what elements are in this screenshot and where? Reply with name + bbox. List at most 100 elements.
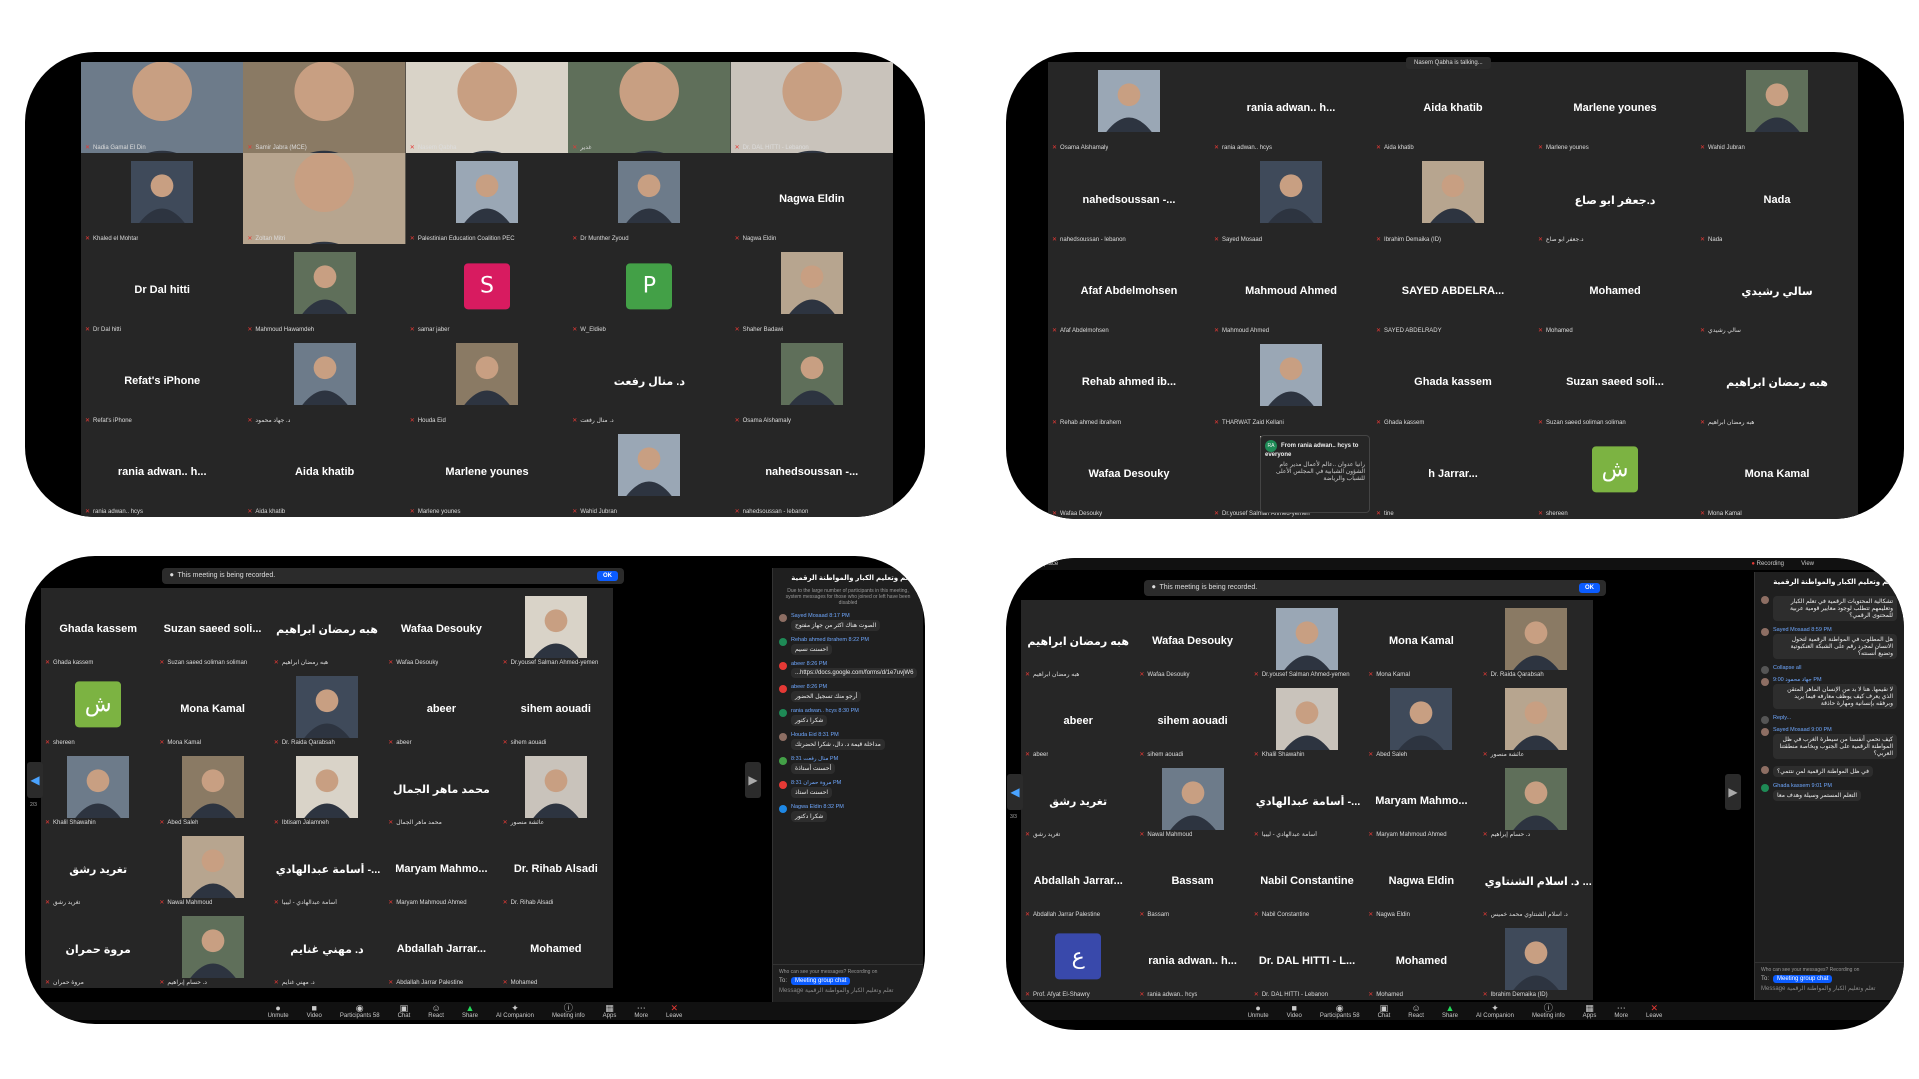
participant-tile[interactable]: ✕ Wahid Jubran [1696, 62, 1858, 154]
participant-tile[interactable]: sihem aouadi ✕ sihem aouadi [1135, 680, 1250, 760]
participant-tile[interactable]: Aida khatib ✕ Aida khatib [243, 426, 406, 517]
participant-tile[interactable]: Suzan saeed soli... ✕ Suzan saeed soliman … [155, 588, 270, 668]
participant-tile[interactable]: P ✕ W_Eldieb [568, 244, 731, 335]
participant-tile[interactable]: ✕ Dr. Raida Qarabsah [269, 668, 385, 748]
chat-message[interactable]: rania adwan.. hcys 8:30 PM شكرا دكتور [773, 705, 923, 729]
participant-tile[interactable]: ✕ Samir Jabra (MCE) [243, 62, 406, 153]
toolbar-button[interactable]: ● Unmute [1248, 1003, 1269, 1019]
participant-tile[interactable]: ✕ Khalil Shawahin [41, 748, 156, 828]
recipient-selector[interactable]: Meeting group chat [1773, 975, 1833, 983]
participant-tile[interactable]: ✕ Dr. DAL HITTI - Lebanon [730, 62, 893, 153]
participant-tile[interactable]: ✕ Dr.yousef Salman Ahmed-yemen [1249, 600, 1365, 680]
participant-tile[interactable]: ✕ Abed Saleh [155, 748, 270, 828]
toolbar-button[interactable]: ✕ Leave [666, 1003, 682, 1019]
participant-tile[interactable]: ش ✕ shereen [41, 668, 156, 748]
prev-page-button[interactable]: ◀ [27, 762, 43, 798]
participant-tile[interactable]: Dr. DAL HITTI - L... ✕ Dr. DAL HITTI - Leb… [1249, 920, 1365, 1000]
ok-button[interactable]: OK [597, 571, 618, 581]
chat-message[interactable]: Sayed Mosaad 9:00 PM كيف نحمي أنفسنا من س… [1755, 724, 1904, 762]
participant-tile[interactable]: ✕ Khalil Shawahin [1249, 680, 1365, 760]
participant-tile[interactable]: أسامة عبدالهادي -... ✕ أسامة عبدالهادي - ل… [269, 828, 385, 908]
participant-tile[interactable]: ✕ THARWAT Zaid Kellani [1210, 336, 1372, 428]
next-page-button[interactable]: ▶ [745, 762, 761, 798]
participant-tile[interactable]: Maryam Mahmo... ✕ Maryam Mahmoud Ahmed [384, 828, 499, 908]
chat-message[interactable]: Sayed Mosaad 8:59 PM هل المطلوب في المواط… [1755, 624, 1904, 662]
toolbar-button[interactable]: ⓘ Meeting info [1532, 1003, 1565, 1019]
participant-tile[interactable]: Maryam Mahmo... ✕ Maryam Mahmoud Ahmed [1364, 760, 1479, 840]
participant-tile[interactable]: Afaf Abdelmohsen ✕ Afaf Abdelmohsen [1048, 244, 1210, 337]
toolbar-button[interactable]: ◉ Participants 58 [1320, 1003, 1360, 1019]
participant-tile[interactable]: أسامة عبدالهادي -... ✕ أسامة عبدالهادي - ل… [1249, 760, 1365, 840]
chat-message[interactable]: في ظل المواطنة الرقمية لمن نتتمي؟ [1755, 762, 1904, 780]
participant-tile[interactable]: ع ✕ Prof. Afyat El-Shawry [1021, 920, 1136, 1000]
participant-tile[interactable]: د. اسلام الشنتاوي ... ✕ د. اسلام الشنتاوي … [1478, 840, 1593, 920]
participant-tile[interactable]: Mona Kamal ✕ Mona Kamal [155, 668, 270, 748]
participant-tile[interactable]: ✕ Abed Saleh [1364, 680, 1479, 760]
toolbar-button[interactable]: ● Unmute [268, 1003, 289, 1019]
participant-tile[interactable]: Mona Kamal ✕ Mona Kamal [1364, 600, 1479, 680]
participant-tile[interactable]: ✕ عائشة منصور [1478, 680, 1593, 760]
participant-tile[interactable]: Mohamed ✕ Mohamed [1534, 244, 1696, 337]
participant-tile[interactable]: ✕ Nawal Mahmoud [155, 828, 270, 908]
participant-tile[interactable]: ✕ Ibtisam Jalamneh [269, 748, 385, 828]
toolbar-button[interactable]: ✕ Leave [1646, 1003, 1662, 1019]
toolbar-button[interactable]: ☺ React [428, 1003, 444, 1019]
toolbar-button[interactable]: ✦ AI Companion [1476, 1003, 1514, 1019]
participant-tile[interactable]: Nagwa Eldin ✕ Nagwa Eldin [1364, 840, 1479, 920]
participant-tile[interactable]: Wafaa Desouky ✕ Wafaa Desouky [384, 588, 499, 668]
toolbar-button[interactable]: ▦ Apps [1583, 1003, 1597, 1019]
participant-tile[interactable]: مروة حمران ✕ مروة حمران [41, 908, 156, 988]
participant-tile[interactable]: ✕ Khaled el Mohtar [81, 153, 244, 244]
participant-tile[interactable]: ✕ Shaher Badawi [730, 244, 893, 335]
participant-tile[interactable]: هبه رمضان ابراهيم ✕ هبه رمضان ابراهيم [1696, 336, 1858, 428]
participant-tile[interactable]: ✕ Houda Eid [405, 335, 569, 426]
participant-tile[interactable]: سالي رشيدي ✕ سالي رشيدي [1696, 244, 1858, 337]
toolbar-button[interactable]: ⓘ Meeting info [552, 1003, 585, 1019]
participant-tile[interactable]: nahedsoussan -... ✕ nahedsoussan - lebanon [730, 426, 893, 517]
next-page-button[interactable]: ▶ [1725, 774, 1741, 810]
participant-tile[interactable]: rania adwan.. h... ✕ rania adwan.. hcys [1135, 920, 1250, 1000]
participant-tile[interactable]: ✕ د. حسام إبراهيم [1478, 760, 1593, 840]
ok-button[interactable]: OK [1579, 583, 1600, 593]
chat-message[interactable]: مروة حمران 8:31 PM احسنت استاذ [773, 777, 923, 801]
participant-tile[interactable]: S ✕ samar jaber [405, 244, 569, 335]
participant-tile[interactable]: Nada ✕ Nada [1696, 153, 1858, 245]
participant-tile[interactable]: ✕ Wahid Jubran [568, 426, 731, 517]
participant-tile[interactable]: ✕ عائشة منصور [498, 748, 613, 828]
participant-tile[interactable]: ✕ د. جهاد محمود [243, 335, 406, 426]
participant-tile[interactable]: ✕ Dr Munther Zyoud [568, 153, 731, 244]
participant-tile[interactable]: Suzan saeed soli... ✕ Suzan saeed soliman … [1534, 336, 1696, 428]
participant-tile[interactable]: Nabil Constantine ✕ Nabil Constantine [1249, 840, 1365, 920]
chat-message[interactable]: جهاد محمود 9:00 PM لا نقيمها. هنا لا بد م… [1755, 674, 1904, 712]
participant-tile[interactable]: ✕ Dr.yousef Salman Ahmed-yemen [498, 588, 613, 668]
chat-message[interactable]: Rehab ahmed ibrahem 8:22 PM احسنت نسيم [773, 634, 923, 658]
message-input[interactable]: Message تعلم وتعليم الكبار والمواطنة الر… [1761, 985, 1899, 992]
participant-tile[interactable]: Bassam ✕ Bassam [1135, 840, 1250, 920]
participant-tile[interactable]: ✕ Osama Alshamaly [730, 335, 893, 426]
participant-tile[interactable]: Marlene younes ✕ Marlene younes [405, 426, 569, 517]
chat-message[interactable]: تشكالية المحتويات الرقمية في تعلم الكبار… [1755, 592, 1904, 624]
participant-tile[interactable]: ✕ Nasem Qabha [405, 62, 569, 153]
participant-tile[interactable]: Wafaa Desouky ✕ Wafaa Desouky [1135, 600, 1250, 680]
toolbar-button[interactable]: ▣ Chat [1378, 1003, 1391, 1019]
participant-tile[interactable]: Mahmoud Ahmed ✕ Mahmoud Ahmed [1210, 244, 1372, 337]
participant-tile[interactable]: ✕ Osama Alshamaly [1048, 62, 1210, 154]
participant-tile[interactable]: Abdallah Jarrar... ✕ Abdallah Jarrar Pales… [384, 908, 499, 988]
chat-message[interactable]: منال رفعت 8:31 PM أحسنت أستاذة [773, 753, 923, 777]
toolbar-button[interactable]: ■ Video [307, 1003, 322, 1019]
participant-tile[interactable]: د. مهني غنايم ✕ د. مهني غنايم [269, 908, 385, 988]
participant-tile[interactable]: ✕ Ibrahim Demaika (ID) [1478, 920, 1593, 1000]
participant-tile[interactable]: ✕ Nadia Gamal El Din [81, 62, 244, 153]
participant-tile[interactable]: د. منال رفعت ✕ د. منال رفعت [568, 335, 731, 426]
toolbar-button[interactable]: ■ Video [1287, 1003, 1302, 1019]
participant-tile[interactable]: ✕ Nawal Mahmoud [1135, 760, 1250, 840]
participant-tile[interactable]: Mohamed ✕ Mohamed [1364, 920, 1479, 1000]
prev-page-button[interactable]: ◀ [1007, 774, 1023, 810]
participant-tile[interactable]: Rehab ahmed ib... ✕ Rehab ahmed ibrahem [1048, 336, 1210, 428]
participant-tile[interactable]: Wafaa Desouky ✕ Wafaa Desouky [1048, 427, 1210, 519]
participant-tile[interactable]: ش ✕ shereen [1534, 427, 1696, 519]
chat-message[interactable]: Nagwa Eldin 8:32 PM شكرا دكتور [773, 801, 923, 825]
chat-message[interactable]: Houda Eid 8:31 PM مداخلة قيمة د. دال، شكر… [773, 729, 923, 753]
participant-tile[interactable]: تغريد رشق ✕ تغريد رشق [1021, 760, 1136, 840]
participant-tile[interactable]: Marlene younes ✕ Marlene younes [1534, 62, 1696, 154]
